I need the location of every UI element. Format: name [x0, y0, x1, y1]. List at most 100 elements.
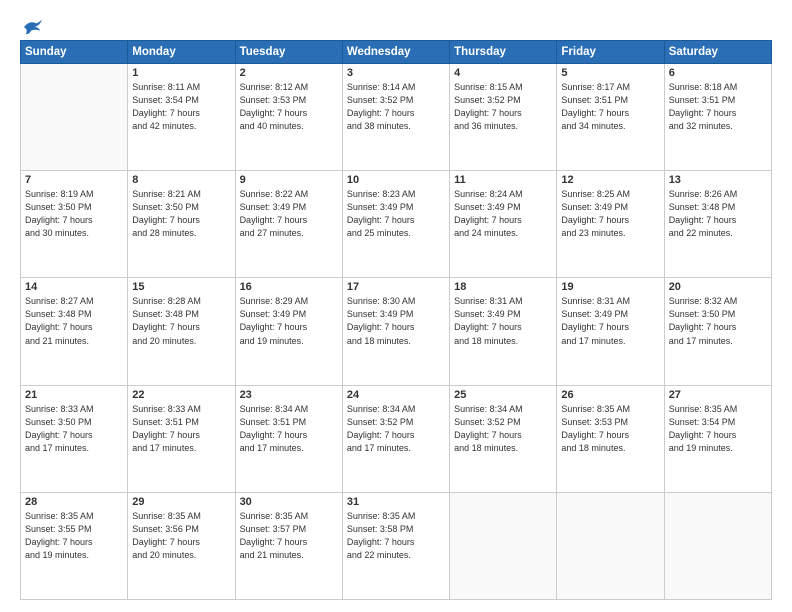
calendar-cell — [450, 492, 557, 599]
day-number: 22 — [132, 389, 230, 401]
calendar-header-thursday: Thursday — [450, 41, 557, 64]
calendar-week-1: 1 Sunrise: 8:11 AM Sunset: 3:54 PM Daylig… — [21, 64, 772, 171]
cell-info: Sunrise: 8:23 AM Sunset: 3:49 PM Dayligh… — [347, 188, 445, 240]
calendar-cell: 29Sunrise: 8:35 AM Sunset: 3:56 PM Dayli… — [128, 492, 235, 599]
cell-info: Sunrise: 8:18 AM Sunset: 3:51 PM Dayligh… — [669, 81, 767, 133]
cell-info: Sunrise: 8:35 AM Sunset: 3:58 PM Dayligh… — [347, 510, 445, 562]
day-number: 18 — [454, 281, 552, 293]
cell-info: Sunrise: 8:32 AM Sunset: 3:50 PM Dayligh… — [669, 295, 767, 347]
calendar-cell: 8Sunrise: 8:21 AM Sunset: 3:50 PM Daylig… — [128, 171, 235, 278]
calendar-cell: 15Sunrise: 8:28 AM Sunset: 3:48 PM Dayli… — [128, 278, 235, 385]
calendar-cell: 3 Sunrise: 8:14 AM Sunset: 3:52 PM Daylig… — [342, 64, 449, 171]
calendar-week-5: 28Sunrise: 8:35 AM Sunset: 3:55 PM Dayli… — [21, 492, 772, 599]
calendar-cell: 18 Sunrise: 8:31 AM Sunset: 3:49 PM Dayli… — [450, 278, 557, 385]
day-number: 13 — [669, 174, 767, 186]
calendar-cell: 24 Sunrise: 8:34 AM Sunset: 3:52 PM Dayli… — [342, 385, 449, 492]
calendar-cell: 11 Sunrise: 8:24 AM Sunset: 3:49 PM Dayli… — [450, 171, 557, 278]
calendar-cell: 26Sunrise: 8:35 AM Sunset: 3:53 PM Dayli… — [557, 385, 664, 492]
calendar-header-friday: Friday — [557, 41, 664, 64]
cell-info: Sunrise: 8:34 AM Sunset: 3:52 PM Dayligh… — [347, 403, 445, 455]
day-number: 20 — [669, 281, 767, 293]
calendar-header-monday: Monday — [128, 41, 235, 64]
calendar-header-tuesday: Tuesday — [235, 41, 342, 64]
cell-info: Sunrise: 8:33 AM Sunset: 3:51 PM Dayligh… — [132, 403, 230, 455]
calendar-cell: 27Sunrise: 8:35 AM Sunset: 3:54 PM Dayli… — [664, 385, 771, 492]
calendar-cell: 7 Sunrise: 8:19 AM Sunset: 3:50 PM Daylig… — [21, 171, 128, 278]
day-number: 6 — [669, 67, 767, 79]
calendar-cell: 31 Sunrise: 8:35 AM Sunset: 3:58 PM Dayli… — [342, 492, 449, 599]
day-number: 29 — [132, 496, 230, 508]
calendar-table: SundayMondayTuesdayWednesdayThursdayFrid… — [20, 40, 772, 600]
cell-info: Sunrise: 8:15 AM Sunset: 3:52 PM Dayligh… — [454, 81, 552, 133]
calendar-week-3: 14 Sunrise: 8:27 AM Sunset: 3:48 PM Dayli… — [21, 278, 772, 385]
calendar-cell: 28Sunrise: 8:35 AM Sunset: 3:55 PM Dayli… — [21, 492, 128, 599]
day-number: 21 — [25, 389, 123, 401]
calendar-cell: 23Sunrise: 8:34 AM Sunset: 3:51 PM Dayli… — [235, 385, 342, 492]
calendar-cell: 17Sunrise: 8:30 AM Sunset: 3:49 PM Dayli… — [342, 278, 449, 385]
calendar-cell: 12 Sunrise: 8:25 AM Sunset: 3:49 PM Dayli… — [557, 171, 664, 278]
day-number: 14 — [25, 281, 123, 293]
cell-info: Sunrise: 8:24 AM Sunset: 3:49 PM Dayligh… — [454, 188, 552, 240]
cell-info: Sunrise: 8:26 AM Sunset: 3:48 PM Dayligh… — [669, 188, 767, 240]
cell-info: Sunrise: 8:22 AM Sunset: 3:49 PM Dayligh… — [240, 188, 338, 240]
day-number: 4 — [454, 67, 552, 79]
calendar-cell — [557, 492, 664, 599]
cell-info: Sunrise: 8:28 AM Sunset: 3:48 PM Dayligh… — [132, 295, 230, 347]
calendar-header-row: SundayMondayTuesdayWednesdayThursdayFrid… — [21, 41, 772, 64]
header — [20, 18, 772, 32]
day-number: 25 — [454, 389, 552, 401]
cell-info: Sunrise: 8:30 AM Sunset: 3:49 PM Dayligh… — [347, 295, 445, 347]
day-number: 5 — [561, 67, 659, 79]
cell-info: Sunrise: 8:19 AM Sunset: 3:50 PM Dayligh… — [25, 188, 123, 240]
logo — [20, 18, 44, 32]
day-number: 1 — [132, 67, 230, 79]
day-number: 7 — [25, 174, 123, 186]
calendar-cell: 16 Sunrise: 8:29 AM Sunset: 3:49 PM Dayli… — [235, 278, 342, 385]
calendar-cell: 10 Sunrise: 8:23 AM Sunset: 3:49 PM Dayli… — [342, 171, 449, 278]
calendar-header-saturday: Saturday — [664, 41, 771, 64]
calendar-cell: 30 Sunrise: 8:35 AM Sunset: 3:57 PM Dayli… — [235, 492, 342, 599]
calendar-cell: 5 Sunrise: 8:17 AM Sunset: 3:51 PM Daylig… — [557, 64, 664, 171]
day-number: 31 — [347, 496, 445, 508]
cell-info: Sunrise: 8:25 AM Sunset: 3:49 PM Dayligh… — [561, 188, 659, 240]
cell-info: Sunrise: 8:34 AM Sunset: 3:52 PM Dayligh… — [454, 403, 552, 455]
day-number: 19 — [561, 281, 659, 293]
calendar-cell: 1 Sunrise: 8:11 AM Sunset: 3:54 PM Daylig… — [128, 64, 235, 171]
day-number: 24 — [347, 389, 445, 401]
day-number: 9 — [240, 174, 338, 186]
day-number: 2 — [240, 67, 338, 79]
calendar-week-2: 7 Sunrise: 8:19 AM Sunset: 3:50 PM Daylig… — [21, 171, 772, 278]
calendar-cell: 13 Sunrise: 8:26 AM Sunset: 3:48 PM Dayli… — [664, 171, 771, 278]
cell-info: Sunrise: 8:35 AM Sunset: 3:57 PM Dayligh… — [240, 510, 338, 562]
day-number: 28 — [25, 496, 123, 508]
day-number: 30 — [240, 496, 338, 508]
calendar-header-sunday: Sunday — [21, 41, 128, 64]
cell-info: Sunrise: 8:14 AM Sunset: 3:52 PM Dayligh… — [347, 81, 445, 133]
cell-info: Sunrise: 8:35 AM Sunset: 3:53 PM Dayligh… — [561, 403, 659, 455]
cell-info: Sunrise: 8:29 AM Sunset: 3:49 PM Dayligh… — [240, 295, 338, 347]
calendar-cell — [21, 64, 128, 171]
day-number: 12 — [561, 174, 659, 186]
calendar-header-wednesday: Wednesday — [342, 41, 449, 64]
calendar-cell: 25 Sunrise: 8:34 AM Sunset: 3:52 PM Dayli… — [450, 385, 557, 492]
logo-bird-icon — [22, 18, 44, 36]
calendar-cell: 6 Sunrise: 8:18 AM Sunset: 3:51 PM Daylig… — [664, 64, 771, 171]
day-number: 16 — [240, 281, 338, 293]
day-number: 27 — [669, 389, 767, 401]
cell-info: Sunrise: 8:12 AM Sunset: 3:53 PM Dayligh… — [240, 81, 338, 133]
day-number: 23 — [240, 389, 338, 401]
cell-info: Sunrise: 8:21 AM Sunset: 3:50 PM Dayligh… — [132, 188, 230, 240]
cell-info: Sunrise: 8:11 AM Sunset: 3:54 PM Dayligh… — [132, 81, 230, 133]
calendar-cell: 21Sunrise: 8:33 AM Sunset: 3:50 PM Dayli… — [21, 385, 128, 492]
cell-info: Sunrise: 8:31 AM Sunset: 3:49 PM Dayligh… — [454, 295, 552, 347]
cell-info: Sunrise: 8:27 AM Sunset: 3:48 PM Dayligh… — [25, 295, 123, 347]
calendar-cell: 2 Sunrise: 8:12 AM Sunset: 3:53 PM Daylig… — [235, 64, 342, 171]
day-number: 10 — [347, 174, 445, 186]
calendar-cell — [664, 492, 771, 599]
day-number: 3 — [347, 67, 445, 79]
calendar-cell: 19Sunrise: 8:31 AM Sunset: 3:49 PM Dayli… — [557, 278, 664, 385]
cell-info: Sunrise: 8:17 AM Sunset: 3:51 PM Dayligh… — [561, 81, 659, 133]
day-number: 11 — [454, 174, 552, 186]
calendar-week-4: 21Sunrise: 8:33 AM Sunset: 3:50 PM Dayli… — [21, 385, 772, 492]
calendar-cell: 22 Sunrise: 8:33 AM Sunset: 3:51 PM Dayli… — [128, 385, 235, 492]
